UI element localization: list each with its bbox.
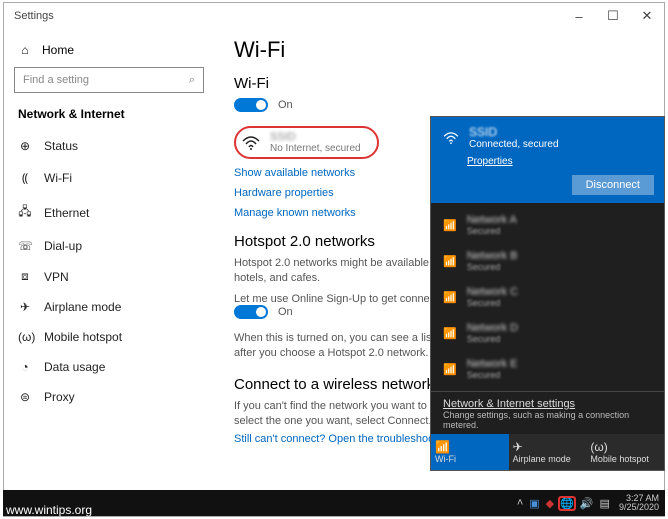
vpn-icon: ⧈ [18, 269, 32, 284]
tray-network-icon[interactable]: 🌐 [559, 497, 575, 510]
flyout-network-status: Connected, secured [469, 139, 559, 150]
sidebar-item-proxy[interactable]: ⊜ Proxy [14, 382, 204, 412]
wifi-signal-icon: 📶 [443, 327, 457, 340]
network-status: No Internet, secured [270, 143, 361, 154]
page-title: Wi-Fi [234, 37, 644, 63]
wifi-signal-icon: 📶 [443, 219, 457, 232]
sidebar: ⌂ Home Find a setting ⌕ Network & Intern… [4, 29, 214, 516]
hotspot-icon: (ω) [18, 330, 32, 344]
taskbar: ˄ ▣ ◆ 🌐 🔊 ▤ 3:27 AM 9/25/2020 [3, 490, 665, 516]
sidebar-item-airplane[interactable]: ✈ Airplane mode [14, 292, 204, 322]
sidebar-item-dialup[interactable]: ☏ Dial-up [14, 231, 204, 261]
network-name: SSID [270, 131, 361, 143]
data-icon: ◔ [18, 360, 32, 374]
wifi-toggle[interactable] [234, 98, 268, 112]
proxy-icon: ⊜ [18, 390, 32, 404]
wifi-signal-icon: 📶 [443, 363, 457, 376]
disconnect-button[interactable]: Disconnect [572, 175, 654, 195]
system-tray: ˄ ▣ ◆ 🌐 🔊 ▤ 3:27 AM 9/25/2020 [516, 494, 665, 513]
quick-airplane[interactable]: ✈Airplane mode [509, 434, 587, 470]
quick-hotspot[interactable]: (ω)Mobile hotspot [586, 434, 664, 470]
close-button[interactable]: ✕ [630, 3, 664, 29]
sidebar-item-vpn[interactable]: ⧈ VPN [14, 261, 204, 292]
flyout-network-item[interactable]: 📶Network DSecured [431, 315, 664, 351]
ethernet-icon: 🖧 [18, 202, 32, 223]
dialup-icon: ☏ [18, 239, 32, 253]
sidebar-item-label: VPN [44, 270, 69, 284]
window-title: Settings [14, 10, 54, 22]
search-input[interactable]: Find a setting ⌕ [14, 67, 204, 93]
flyout-current-network[interactable]: SSID Connected, secured Properties Disco… [431, 117, 664, 203]
quick-wifi[interactable]: 📶Wi-Fi [431, 434, 509, 470]
status-icon: ⊕ [18, 139, 32, 153]
wifi-signal-icon [242, 136, 260, 150]
flyout-properties-link[interactable]: Properties [467, 156, 654, 167]
wifi-icon: 📶 [435, 440, 505, 454]
sidebar-item-label: Proxy [44, 390, 75, 404]
search-placeholder: Find a setting [23, 74, 89, 86]
flyout-network-item[interactable]: 📶Network ESecured [431, 351, 664, 387]
wifi-icon: ⸨ [18, 169, 32, 186]
wifi-signal-icon [443, 132, 459, 144]
sidebar-item-datausage[interactable]: ◔ Data usage [14, 352, 204, 382]
wifi-heading: Wi-Fi [234, 75, 644, 92]
current-network-box[interactable]: SSID No Internet, secured [234, 126, 379, 159]
watermark: www.wintips.org [6, 503, 92, 517]
maximize-button[interactable]: ☐ [596, 3, 630, 29]
home-nav[interactable]: ⌂ Home [14, 37, 204, 67]
sidebar-item-status[interactable]: ⊕ Status [14, 131, 204, 161]
sidebar-item-label: Wi-Fi [44, 171, 72, 185]
tray-chevron-icon[interactable]: ˄ [516, 497, 524, 509]
flyout-network-name: SSID [469, 125, 559, 139]
wifi-signal-icon: 📶 [443, 255, 457, 268]
airplane-icon: ✈ [513, 440, 583, 454]
sidebar-item-label: Data usage [44, 360, 105, 374]
tray-language-icon[interactable]: ▤ [599, 497, 611, 510]
network-flyout: SSID Connected, secured Properties Disco… [430, 116, 665, 471]
window-controls: – ☐ ✕ [562, 3, 664, 29]
minimize-button[interactable]: – [562, 3, 596, 29]
titlebar: Settings – ☐ ✕ [4, 3, 664, 29]
wifi-signal-icon: 📶 [443, 291, 457, 304]
flyout-network-item[interactable]: 📶Network ASecured [431, 207, 664, 243]
hotspot-icon: (ω) [590, 440, 660, 454]
wifi-toggle-state: On [278, 99, 293, 111]
sidebar-item-ethernet[interactable]: 🖧 Ethernet [14, 194, 204, 231]
sidebar-item-label: Dial-up [44, 239, 82, 253]
tray-volume-icon[interactable]: 🔊 [579, 497, 595, 510]
tray-clock[interactable]: 3:27 AM 9/25/2020 [619, 494, 659, 513]
flyout-network-item[interactable]: 📶Network CSecured [431, 279, 664, 315]
flyout-quick-actions: 📶Wi-Fi ✈Airplane mode (ω)Mobile hotspot [431, 434, 664, 470]
flyout-settings-link[interactable]: Network & Internet settings Change setti… [431, 391, 664, 434]
tray-app-icon[interactable]: ▣ [528, 497, 540, 510]
hotspot-toggle[interactable] [234, 305, 268, 319]
sidebar-item-hotspot[interactable]: (ω) Mobile hotspot [14, 322, 204, 352]
sidebar-item-label: Ethernet [44, 206, 89, 220]
flyout-network-item[interactable]: 📶Network BSecured [431, 243, 664, 279]
sidebar-item-label: Status [44, 139, 78, 153]
section-title: Network & Internet [18, 107, 200, 121]
sidebar-item-label: Airplane mode [44, 300, 121, 314]
airplane-icon: ✈ [18, 300, 32, 314]
hotspot-toggle-state: On [278, 306, 293, 318]
search-icon: ⌕ [189, 74, 195, 87]
sidebar-item-wifi[interactable]: ⸨ Wi-Fi [14, 161, 204, 194]
sidebar-item-label: Mobile hotspot [44, 330, 122, 344]
home-label: Home [42, 43, 74, 57]
home-icon: ⌂ [18, 43, 32, 57]
tray-app-icon[interactable]: ◆ [545, 497, 555, 510]
flyout-network-list: 📶Network ASecured 📶Network BSecured 📶Net… [431, 203, 664, 391]
